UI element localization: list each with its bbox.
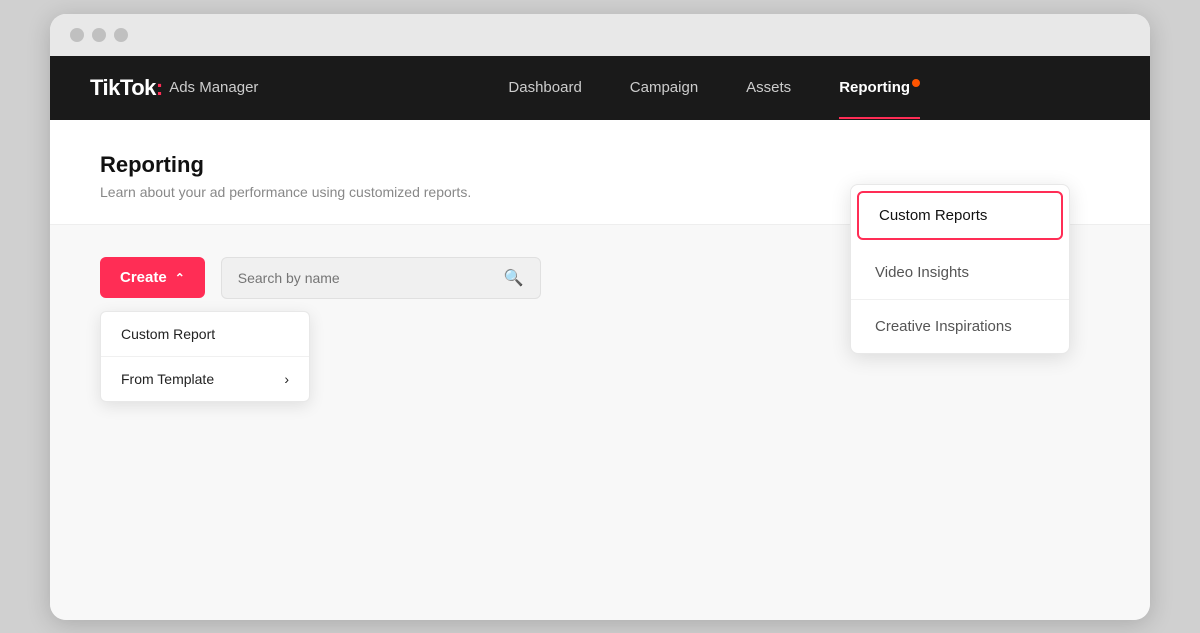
top-nav: TikTok: Ads Manager Dashboard Campaign A… (50, 56, 1150, 120)
search-bar[interactable]: 🔍 (221, 257, 541, 299)
dropdown-item-video-insights[interactable]: Video Insights (851, 246, 1069, 300)
logo: TikTok: Ads Manager (90, 75, 258, 101)
nav-assets[interactable]: Assets (746, 79, 791, 96)
page-content: Reporting Learn about your ad performanc… (50, 120, 1150, 620)
create-dropdown-menu: Custom Report From Template › (100, 311, 310, 402)
dropdown-item-creative-inspirations[interactable]: Creative Inspirations (851, 300, 1069, 353)
nav-links: Dashboard Campaign Assets Reporting (318, 79, 1110, 97)
browser-dot-3 (114, 28, 128, 42)
dropdown-item-custom-reports[interactable]: Custom Reports (857, 191, 1063, 240)
search-icon: 🔍 (504, 268, 524, 288)
browser-dot-2 (92, 28, 106, 42)
page-title: Reporting (100, 152, 1100, 178)
browser-dot-1 (70, 28, 84, 42)
dropdown-item-custom-report[interactable]: Custom Report (101, 312, 309, 357)
logo-brand: TikTok (90, 75, 156, 101)
create-button[interactable]: Create ⌃ (100, 257, 205, 298)
reporting-notification-dot (912, 79, 920, 87)
browser-window: TikTok: Ads Manager Dashboard Campaign A… (50, 14, 1150, 620)
nav-dashboard[interactable]: Dashboard (508, 79, 581, 96)
create-chevron-icon: ⌃ (175, 271, 185, 285)
chevron-right-icon: › (284, 371, 289, 387)
reporting-dropdown-menu: Custom Reports Video Insights Creative I… (850, 184, 1070, 354)
search-input[interactable] (238, 270, 496, 286)
dropdown-item-from-template[interactable]: From Template › (101, 357, 309, 401)
logo-colon: : (156, 75, 163, 101)
nav-campaign[interactable]: Campaign (630, 79, 698, 96)
browser-chrome (50, 14, 1150, 56)
nav-reporting[interactable]: Reporting (839, 79, 920, 97)
logo-product: Ads Manager (169, 79, 258, 96)
